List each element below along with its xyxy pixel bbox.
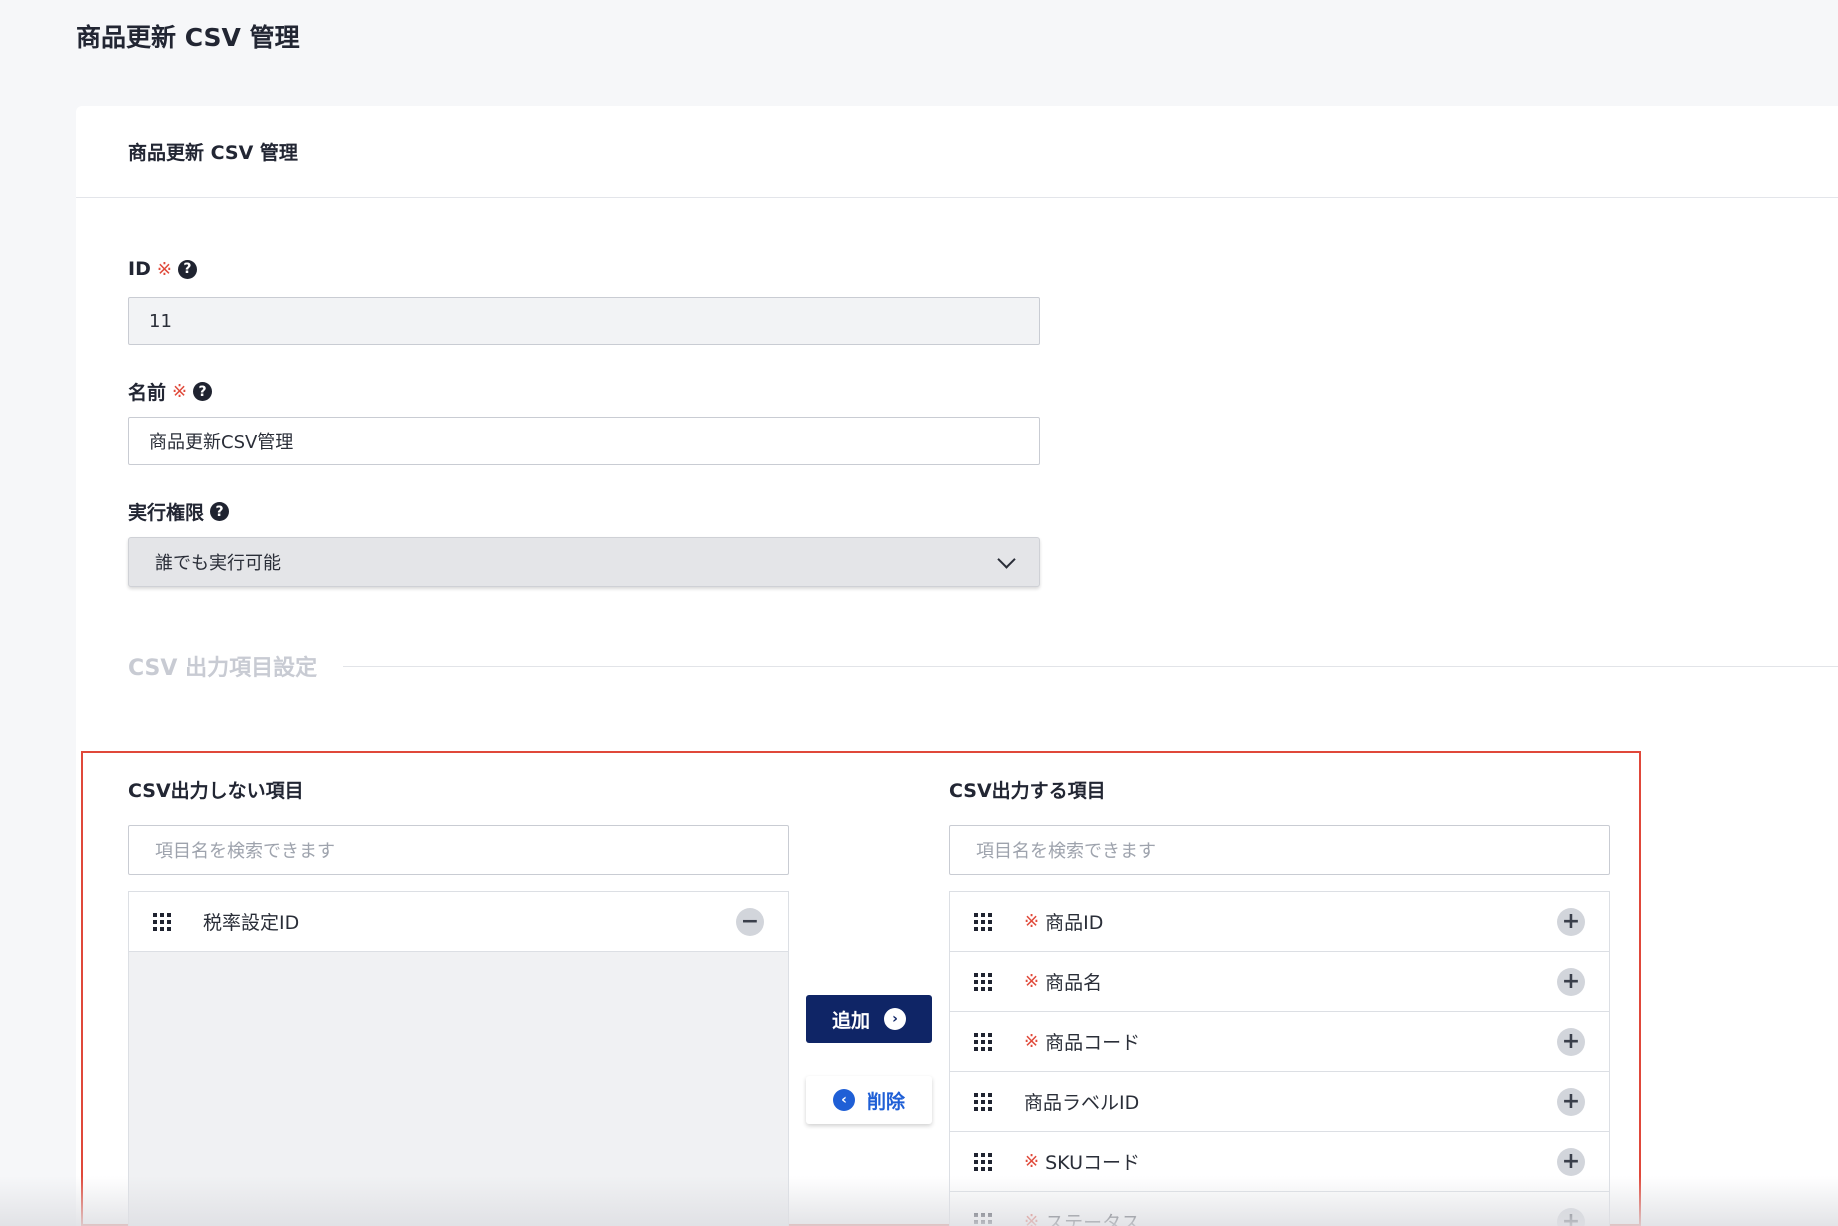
list-item[interactable]: 商品ラベルID + bbox=[950, 1072, 1609, 1132]
plus-circle-icon[interactable]: + bbox=[1557, 967, 1585, 996]
included-search-input[interactable]: 項目名を検索できます bbox=[949, 825, 1610, 875]
list-item-label: ※ 商品ID bbox=[1024, 908, 1557, 935]
list-item[interactable]: ※ 商品名 + bbox=[950, 952, 1609, 1012]
question-circle-icon[interactable]: ? bbox=[210, 502, 230, 521]
list-item[interactable]: 税率設定ID − bbox=[129, 892, 788, 952]
drag-grip-icon[interactable] bbox=[974, 1032, 992, 1051]
card-header: 商品更新 CSV 管理 bbox=[76, 106, 1838, 198]
chevron-down-icon bbox=[997, 549, 1016, 569]
list-item-text: SKUコード bbox=[1045, 1152, 1141, 1174]
drag-grip-icon[interactable] bbox=[974, 1212, 992, 1226]
minus-circle-icon[interactable]: − bbox=[736, 907, 764, 936]
list-item[interactable]: ※ 商品コード + bbox=[950, 1012, 1609, 1072]
required-mark: ※ bbox=[156, 258, 172, 280]
plus-circle-icon[interactable]: + bbox=[1557, 1087, 1585, 1116]
list-item[interactable]: ※ 商品ID + bbox=[950, 892, 1609, 952]
remove-button[interactable]: ‹ 削除 bbox=[806, 1076, 932, 1124]
question-circle-icon[interactable]: ? bbox=[193, 382, 213, 401]
list-item-label: ※ ステータス bbox=[1024, 1208, 1557, 1226]
card-title: 商品更新 CSV 管理 bbox=[128, 142, 298, 164]
id-field[interactable]: 11 bbox=[128, 297, 1040, 345]
plus-circle-icon[interactable]: + bbox=[1557, 907, 1585, 936]
section-divider bbox=[343, 665, 1838, 667]
list-item-text: ステータス bbox=[1045, 1212, 1141, 1226]
required-mark: ※ bbox=[172, 381, 188, 402]
section-title: CSV 出力項目設定 bbox=[128, 656, 318, 681]
list-item-label: 税率設定ID bbox=[203, 908, 736, 935]
list-item[interactable]: ※ ステータス + bbox=[950, 1192, 1609, 1226]
drag-grip-icon[interactable] bbox=[974, 1092, 992, 1111]
list-item-text: 商品コード bbox=[1045, 1032, 1141, 1054]
add-button-label: 追加 bbox=[831, 1009, 870, 1032]
permission-selected-value: 誰でも実行可能 bbox=[155, 553, 281, 574]
drag-grip-icon[interactable] bbox=[974, 972, 992, 991]
question-circle-icon[interactable]: ? bbox=[177, 259, 197, 279]
required-mark: ※ bbox=[1024, 971, 1040, 992]
required-mark: ※ bbox=[1024, 1151, 1040, 1172]
list-item-text: 商品ラベルID bbox=[1024, 1092, 1140, 1114]
plus-circle-icon[interactable]: + bbox=[1557, 1147, 1585, 1176]
drag-grip-icon[interactable] bbox=[974, 1152, 992, 1171]
plus-circle-icon[interactable]: + bbox=[1557, 1207, 1585, 1226]
id-label-text: ID bbox=[128, 258, 151, 280]
excluded-search-input[interactable]: 項目名を検索できます bbox=[128, 825, 789, 875]
page-title: 商品更新 CSV 管理 bbox=[76, 23, 300, 52]
id-label: ID ※ ? bbox=[128, 258, 197, 280]
plus-circle-icon[interactable]: + bbox=[1557, 1027, 1585, 1056]
list-item[interactable]: ※ SKUコード + bbox=[950, 1132, 1609, 1192]
drag-grip-icon[interactable] bbox=[974, 912, 992, 931]
name-label-text: 名前 bbox=[128, 382, 167, 404]
name-label: 名前 ※ ? bbox=[128, 378, 213, 405]
drag-grip-icon[interactable] bbox=[153, 912, 171, 931]
chevron-left-circle-icon: ‹ bbox=[832, 1089, 855, 1111]
list-item-label: ※ 商品コード bbox=[1024, 1028, 1557, 1055]
included-column-label: CSV出力する項目 bbox=[949, 780, 1106, 802]
permission-label-text: 実行権限 bbox=[128, 502, 205, 524]
permission-select[interactable]: 誰でも実行可能 bbox=[128, 537, 1040, 587]
required-mark: ※ bbox=[1024, 1211, 1040, 1226]
list-item-text: 商品名 bbox=[1045, 972, 1103, 994]
chevron-right-circle-icon: › bbox=[884, 1008, 906, 1030]
permission-label: 実行権限 ? bbox=[128, 498, 230, 525]
remove-button-label: 削除 bbox=[866, 1090, 905, 1113]
required-mark: ※ bbox=[1024, 1031, 1040, 1052]
required-mark: ※ bbox=[1024, 911, 1040, 932]
list-item-label: ※ 商品名 bbox=[1024, 968, 1557, 995]
excluded-column-label: CSV出力しない項目 bbox=[128, 780, 304, 802]
name-field[interactable]: 商品更新CSV管理 bbox=[128, 417, 1040, 465]
list-item-label: ※ SKUコード bbox=[1024, 1148, 1557, 1175]
included-list: ※ 商品ID + ※ 商品名 + ※ 商品コード + 商品ラベルID + ※ S… bbox=[949, 891, 1610, 1226]
list-item-text: 商品ID bbox=[1045, 912, 1104, 934]
list-item-label: 商品ラベルID bbox=[1024, 1088, 1557, 1115]
section-heading: CSV 出力項目設定 bbox=[128, 650, 1838, 682]
add-button[interactable]: 追加 › bbox=[806, 995, 932, 1043]
list-item-text: 税率設定ID bbox=[203, 912, 300, 934]
excluded-list: 税率設定ID − bbox=[128, 891, 789, 1226]
